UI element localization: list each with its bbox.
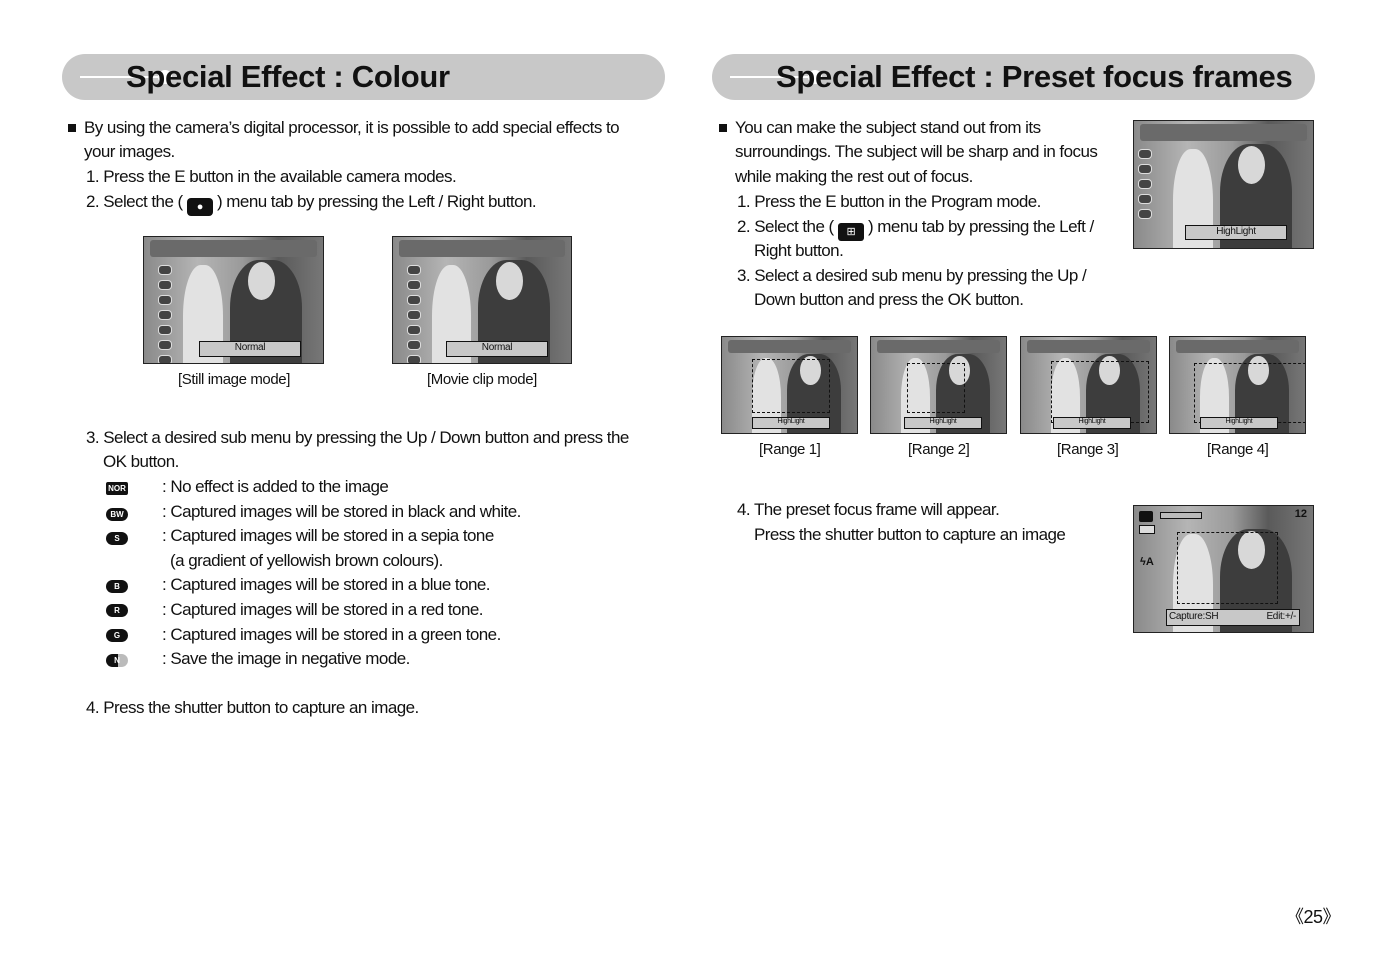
capture-info-bar: Capture:SH Edit:+/- <box>1166 609 1300 626</box>
step-4: Press the shutter button to capture an i… <box>754 525 1066 544</box>
effect-desc: : Save the image in negative mode. <box>162 649 410 668</box>
step-3: 3. Select a desired sub menu by pressing… <box>737 264 1087 289</box>
focus-icons <box>1138 149 1152 224</box>
menu-tab-bar <box>150 240 317 257</box>
section-title-banner: Special Effect : Preset focus frames <box>712 54 1315 100</box>
step-2: 2. Select the ( ⊞ ) menu tab by pressing… <box>737 215 1094 241</box>
manual-page: Special Effect : Colour By using the cam… <box>0 0 1381 954</box>
shot-count: 12 <box>1294 508 1307 520</box>
camera-screen-capture: 12 ϟA Capture:SH Edit:+/- <box>1133 505 1314 633</box>
intro-text: By using the camera’s digital processor,… <box>84 118 620 137</box>
effect-desc: (a gradient of yellowish brown colours). <box>170 551 443 570</box>
camera-screen-focus-menu: HighLight <box>1133 120 1314 249</box>
screen-caption: [Range 1] <box>759 441 821 458</box>
menu-tab-bar <box>1140 124 1307 141</box>
step-2-text: 2. Select the ( <box>737 217 834 236</box>
progress-bar <box>1160 512 1202 519</box>
camera-screen-still: Normal <box>143 236 324 364</box>
step-1: 1. Press the E button in the Program mod… <box>737 192 1041 211</box>
focus-frame <box>1194 363 1305 423</box>
menu-label: Normal <box>199 341 301 357</box>
step-2: Right button. <box>754 241 844 260</box>
menu-tab-bar <box>877 340 1000 353</box>
green-icon: G <box>106 629 128 642</box>
screen-caption: [Still image mode] <box>178 371 291 388</box>
effect-desc: : Captured images will be stored in a se… <box>162 526 494 545</box>
effect-desc: : No effect is added to the image <box>162 477 389 496</box>
focus-frame <box>1177 532 1278 604</box>
camera-screen-range-1: HighLight <box>721 336 858 434</box>
camera-screen-range-3: HighLight <box>1020 336 1157 434</box>
intro-text: You can make the subject stand out from … <box>735 118 1041 137</box>
sepia-icon: S <box>106 532 128 545</box>
step-4: 4. Press the shutter button to capture a… <box>86 698 419 717</box>
screen-caption: [Range 4] <box>1207 441 1269 458</box>
edit-label: Edit:+/- <box>1266 611 1296 622</box>
nor-icon: NOR <box>106 482 128 495</box>
intro-text: surroundings. The subject will be sharp … <box>735 142 1098 161</box>
step-3-text: 3. Select a desired sub menu by pressing… <box>737 266 1087 285</box>
step-1: 1. Press the E button in the available c… <box>86 167 457 186</box>
menu-tab-bar <box>1176 340 1299 353</box>
screen-caption: [Range 2] <box>908 441 970 458</box>
bw-icon: BW <box>106 508 128 521</box>
focus-frame <box>907 363 965 413</box>
effect-desc: : Captured images will be stored in a gr… <box>162 625 501 644</box>
camera-screen-movie: Normal <box>392 236 572 364</box>
negative-icon: N <box>106 654 128 667</box>
intro-text: your images. <box>84 142 175 161</box>
step-3: Down button and press the OK button. <box>754 290 1024 309</box>
screen-caption: [Range 3] <box>1057 441 1119 458</box>
step-4: 4. The preset focus frame will appear. <box>737 500 1000 519</box>
step-2: 2. Select the ( ● ) menu tab by pressing… <box>86 190 537 216</box>
effect-desc: : Captured images will be stored in a bl… <box>162 575 491 594</box>
step-2-text: ) menu tab by pressing the Left / <box>868 217 1094 236</box>
red-icon: R <box>106 604 128 617</box>
section-title-banner: Special Effect : Colour <box>62 54 665 100</box>
effect-desc: : Captured images will be stored in blac… <box>162 502 521 521</box>
section-title: Special Effect : Colour <box>126 59 450 94</box>
effect-icons <box>158 265 172 363</box>
menu-label: HighLight <box>752 417 830 429</box>
effect-icons <box>407 265 421 363</box>
focus-frame <box>752 359 830 413</box>
focus-frame <box>1051 361 1149 423</box>
palette-icon: ● <box>186 198 213 216</box>
camera-screen-range-4: HighLight <box>1169 336 1306 434</box>
section-title: Special Effect : Preset focus frames <box>776 59 1293 94</box>
screen-caption: [Movie clip mode] <box>427 371 537 388</box>
menu-tab-bar <box>1027 340 1150 353</box>
blue-icon: B <box>106 580 128 593</box>
menu-label: HighLight <box>904 417 982 429</box>
page-number: 《25》 <box>1286 907 1341 927</box>
effect-desc: : Captured images will be stored in a re… <box>162 600 484 619</box>
battery-icon <box>1139 525 1155 534</box>
camera-mode-icon <box>1139 511 1153 522</box>
menu-label: HighLight <box>1053 417 1131 429</box>
camera-screen-range-2: HighLight <box>870 336 1007 434</box>
step-3: 3. Select a desired sub menu by pressing… <box>86 428 629 447</box>
menu-label: HighLight <box>1200 417 1278 429</box>
menu-tab-bar <box>399 240 565 257</box>
step-2-text: 2. Select the ( <box>86 192 183 211</box>
flash-icon: ϟA <box>1140 556 1154 568</box>
intro-text: while making the rest out of focus. <box>735 167 973 186</box>
step-3: OK button. <box>103 452 179 471</box>
menu-label: Normal <box>446 341 548 357</box>
bullet-icon <box>68 124 76 132</box>
menu-tab-bar <box>728 340 851 353</box>
capture-label: Capture:SH <box>1169 611 1219 622</box>
bullet-icon <box>719 124 727 132</box>
step-2-text: ) menu tab by pressing the Left / Right … <box>217 192 537 211</box>
menu-label: HighLight <box>1185 225 1287 240</box>
